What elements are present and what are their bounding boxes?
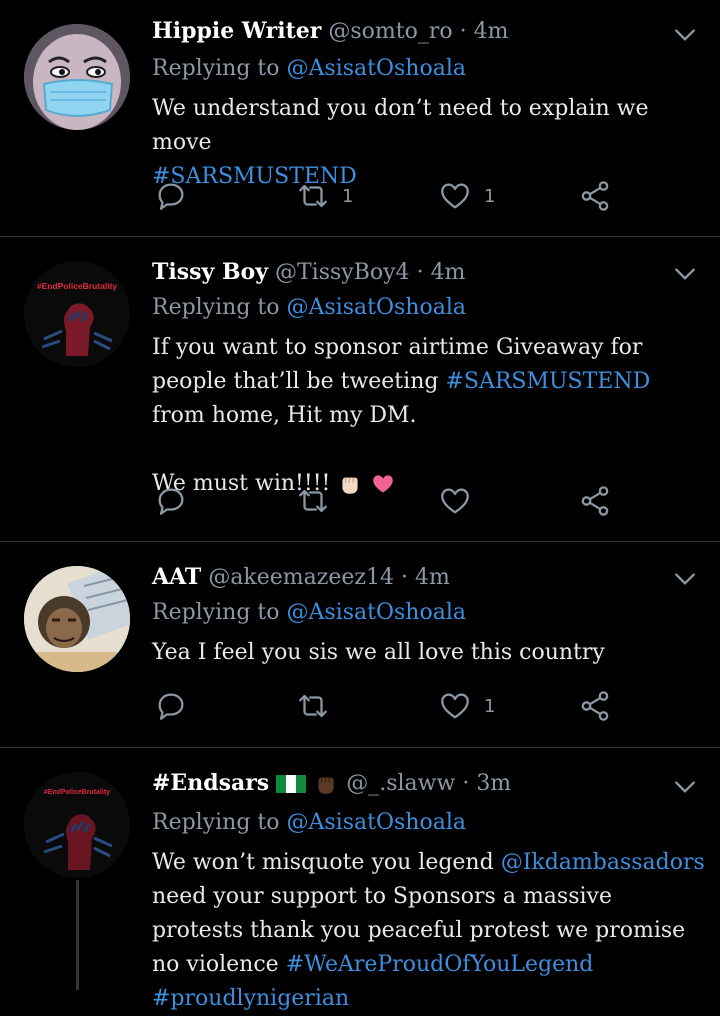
text-segment: We understand you don’t need to explain … [152,96,649,155]
avatar-photo [24,566,130,672]
action-bar [152,481,632,521]
display-name[interactable]: #Endsars [152,770,269,796]
text-segment: Yea I feel you sis we all love this coun… [152,640,605,665]
avatar-fist-logo: #EndPoliceBrutality [24,261,130,367]
tweet-header: Hippie Writer @somto_ro · 4m [152,18,508,44]
reply-mention[interactable]: @AsisatOshoala [287,600,466,625]
timestamp[interactable]: 4m [431,260,466,285]
timestamp[interactable]: 4m [415,565,450,590]
retweet-button[interactable] [296,686,330,726]
separator: · [416,260,424,285]
reply-icon [158,488,184,515]
retweet-icon [299,694,327,718]
heart-icon [441,488,469,514]
avatar[interactable] [24,566,130,672]
retweet-icon [299,489,327,513]
like-count: 1 [484,185,496,207]
display-name[interactable]: Hippie Writer [152,18,321,44]
reply-button[interactable] [154,481,188,521]
tweet-header: Tissy Boy @TissyBoy4 · 4m [152,259,465,285]
reply-mention[interactable]: @AsisatOshoala [287,56,466,81]
reply-button[interactable] [154,176,188,216]
replying-prefix: Replying to [152,56,280,81]
like-button[interactable]: 1 [438,686,495,726]
raised-fist-emoji [318,777,334,794]
share-icon [581,691,609,721]
hashtag-link[interactable]: #SARSMUSTEND [445,369,650,394]
share-icon [581,486,609,516]
action-bar: 1 1 [152,176,632,216]
tweet[interactable]: #EndPoliceBrutality #Endsars @_.slaww · … [0,748,720,1011]
share-button[interactable] [578,686,612,726]
nigeria-flag-emoji [276,775,307,793]
heart-icon [441,183,469,209]
timestamp[interactable]: 3m [476,771,511,796]
action-bar: 1 [152,686,632,726]
share-button[interactable] [578,176,612,216]
handle[interactable]: @somto_ro [328,19,452,44]
reply-icon [158,693,184,720]
replying-to: Replying to @AsisatOshoala [152,810,466,835]
handle[interactable]: @TissyBoy4 [275,260,410,285]
display-name[interactable]: Tissy Boy [152,259,268,285]
avatar[interactable] [24,24,130,130]
heart-icon [441,693,469,719]
avatar-caption: #EndPoliceBrutality [44,789,110,796]
text-segment: We won’t misquote you legend [152,850,494,875]
tweet-text: Yea I feel you sis we all love this coun… [152,636,708,670]
avatar[interactable]: #EndPoliceBrutality [24,261,130,367]
retweet-button[interactable] [296,481,330,521]
reply-button[interactable] [154,686,188,726]
retweet-icon [299,184,327,208]
tweet[interactable]: AAT @akeemazeez14 · 4m Replying to @Asis… [0,542,720,747]
like-count: 1 [484,695,496,717]
reply-mention[interactable]: @AsisatOshoala [287,810,466,835]
tweet[interactable]: #EndPoliceBrutality Tissy Boy @TissyBoy4… [0,237,720,541]
handle[interactable]: @_.slaww [346,771,455,796]
replying-prefix: Replying to [152,295,280,320]
like-button[interactable]: 1 [438,176,495,216]
thread-line [76,880,79,990]
hashtag-link[interactable]: #proudlynigerian [152,986,349,1011]
avatar[interactable]: #EndPoliceBrutality [24,772,130,878]
avatar-caption: #EndPoliceBrutality [37,281,118,291]
tweet-text: We won’t misquote you legend @Ikdambassa… [152,846,708,1016]
chevron-down-icon[interactable] [672,566,698,592]
hashtag-link[interactable]: #WeAreProudOfYouLegend [286,952,594,977]
replying-to: Replying to @AsisatOshoala [152,295,466,320]
retweet-button[interactable]: 1 [296,176,353,216]
replying-to: Replying to @AsisatOshoala [152,600,466,625]
retweet-count: 1 [342,185,354,207]
tweet[interactable]: Hippie Writer @somto_ro · 4m Replying to… [0,0,720,236]
replying-to: Replying to @AsisatOshoala [152,56,466,81]
tweet-text: If you want to sponsor airtime Giveaway … [152,331,708,501]
reply-icon [158,183,184,210]
chevron-down-icon[interactable] [672,774,698,800]
chevron-down-icon[interactable] [672,261,698,287]
display-name[interactable]: AAT [152,564,201,590]
timestamp[interactable]: 4m [474,19,509,44]
replying-prefix: Replying to [152,600,280,625]
mention-link[interactable]: @Ikdambassadors [501,850,705,875]
avatar-fist-logo: #EndPoliceBrutality [24,772,130,878]
tweet-header: AAT @akeemazeez14 · 4m [152,564,450,590]
separator: · [459,19,467,44]
text-segment: from home, Hit my DM. [152,403,417,428]
tweet-header: #Endsars @_.slaww · 3m [152,770,511,797]
share-button[interactable] [578,481,612,521]
reply-mention[interactable]: @AsisatOshoala [287,295,466,320]
share-icon [581,181,609,211]
separator: · [462,771,470,796]
replying-prefix: Replying to [152,810,280,835]
avatar-cartoon-mask [24,24,130,130]
chevron-down-icon[interactable] [672,22,698,48]
like-button[interactable] [438,481,472,521]
separator: · [401,565,408,590]
handle[interactable]: @akeemazeez14 [208,565,394,590]
